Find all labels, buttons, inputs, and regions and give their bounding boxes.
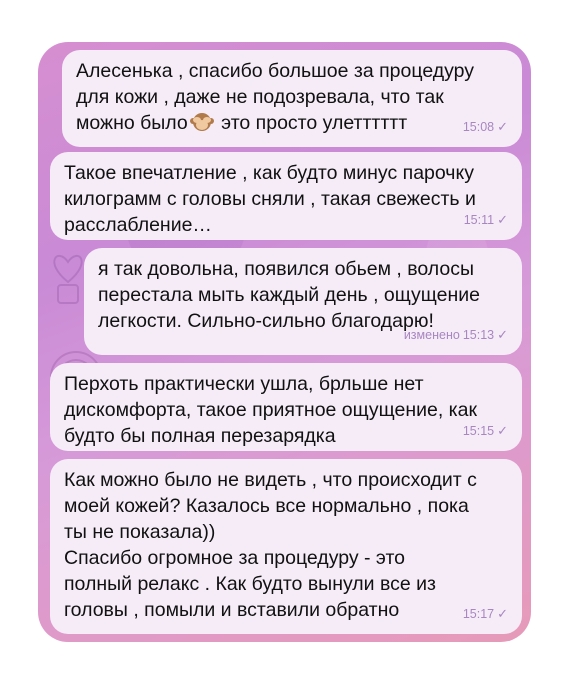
message-text: Такое впечатление , как будто минус паро… [64, 162, 476, 236]
message-text: я так довольна, появился обьем , волосы … [98, 258, 480, 332]
read-check-icon: ✓ [497, 423, 508, 438]
read-check-icon: ✓ [497, 606, 508, 621]
message-bubble[interactable]: Алесенька , спасибо большое за процедуру… [62, 50, 522, 147]
edited-label: изменено [403, 328, 460, 342]
message-meta: 15:17 ✓ [463, 601, 508, 627]
heart-lock-doodle-icon [53, 255, 83, 304]
message-bubble[interactable]: я так довольна, появился обьем , волосы … [84, 248, 522, 355]
message-meta: изменено 15:13 ✓ [404, 322, 508, 348]
see-no-evil-monkey-icon [189, 113, 214, 131]
message-time: 15:11 [463, 213, 495, 227]
message-time: 15:17 [462, 607, 495, 621]
message-time: 15:08 [462, 120, 495, 134]
chat-background: Алесенька , спасибо большое за процедуру… [38, 42, 531, 642]
message-text: Перхоть практически ушла, брльше нет дис… [64, 373, 478, 447]
message-text: Как можно было не видеть , что происходи… [64, 469, 477, 621]
message-bubble[interactable]: Как можно было не видеть , что происходи… [50, 459, 522, 634]
message-meta: 15:15 ✓ [463, 418, 508, 444]
read-check-icon: ✓ [497, 212, 508, 227]
message-time: 15:15 [462, 424, 495, 438]
message-bubble[interactable]: Перхоть практически ушла, брльше нет дис… [50, 363, 522, 451]
read-check-icon: ✓ [497, 119, 508, 134]
message-time: 15:13 [462, 328, 495, 342]
message-meta: 15:11 ✓ [464, 207, 508, 233]
message-meta: 15:08 ✓ [463, 114, 508, 140]
message-text-after-emoji: это просто улетттттт [215, 112, 408, 134]
read-check-icon: ✓ [497, 327, 508, 342]
message-bubble[interactable]: Такое впечатление , как будто минус паро… [50, 152, 522, 240]
